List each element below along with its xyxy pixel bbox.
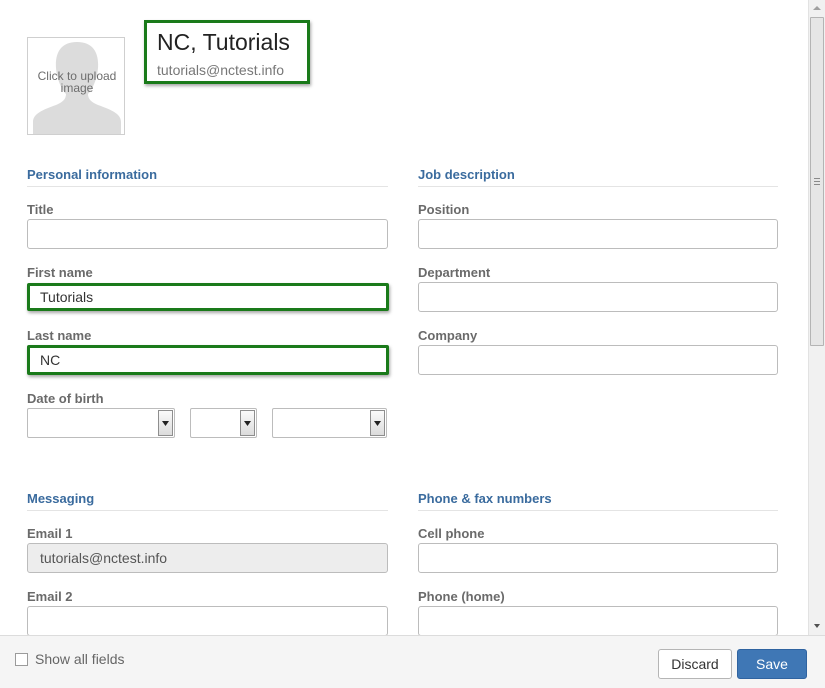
section-heading-messaging: Messaging bbox=[27, 491, 388, 511]
email1-label: Email 1 bbox=[27, 526, 73, 541]
date-of-birth-label: Date of birth bbox=[27, 391, 104, 406]
company-label: Company bbox=[418, 328, 478, 343]
cell-phone-input[interactable] bbox=[418, 543, 778, 573]
chevron-down-icon[interactable] bbox=[370, 410, 385, 436]
vertical-scrollbar[interactable] bbox=[808, 0, 825, 635]
dob-day-select[interactable] bbox=[190, 408, 257, 438]
title-input[interactable] bbox=[27, 219, 388, 249]
grip-icon bbox=[814, 178, 820, 185]
email1-input[interactable] bbox=[27, 543, 388, 573]
scrollbar-thumb[interactable] bbox=[810, 17, 824, 346]
avatar-upload[interactable]: Click to upload image bbox=[27, 37, 125, 135]
email2-label: Email 2 bbox=[27, 589, 73, 604]
company-input[interactable] bbox=[418, 345, 778, 375]
discard-button[interactable]: Discard bbox=[658, 649, 732, 679]
scroll-down-icon[interactable] bbox=[812, 621, 822, 631]
form-footer: Show all fields Discard Save bbox=[0, 635, 825, 688]
section-heading-personal: Personal information bbox=[27, 167, 388, 187]
last-name-input[interactable] bbox=[27, 345, 389, 375]
contact-display-name: NC, Tutorials bbox=[157, 29, 290, 55]
chevron-down-icon[interactable] bbox=[158, 410, 173, 436]
cell-phone-label: Cell phone bbox=[418, 526, 485, 541]
dob-year-select[interactable] bbox=[272, 408, 387, 438]
contact-header-email: tutorials@nctest.info bbox=[157, 62, 285, 78]
contact-form-viewport: Click to upload image NC, Tutorials tuto… bbox=[0, 0, 808, 635]
position-label: Position bbox=[418, 202, 470, 217]
show-all-fields-checkbox[interactable] bbox=[15, 653, 28, 666]
home-phone-label: Phone (home) bbox=[418, 589, 505, 604]
last-name-label: Last name bbox=[27, 328, 92, 343]
home-phone-input[interactable] bbox=[418, 606, 778, 635]
show-all-fields-label[interactable]: Show all fields bbox=[35, 651, 125, 667]
department-label: Department bbox=[418, 265, 491, 280]
section-heading-phone: Phone & fax numbers bbox=[418, 491, 778, 511]
contact-name-header: NC, Tutorials tutorials@nctest.info bbox=[144, 20, 310, 84]
dob-month-select[interactable] bbox=[27, 408, 175, 438]
chevron-down-icon[interactable] bbox=[240, 410, 255, 436]
first-name-input[interactable] bbox=[27, 283, 389, 311]
section-heading-job: Job description bbox=[418, 167, 778, 187]
save-button[interactable]: Save bbox=[737, 649, 807, 679]
first-name-label: First name bbox=[27, 265, 93, 280]
position-input[interactable] bbox=[418, 219, 778, 249]
email2-input[interactable] bbox=[27, 606, 388, 635]
scroll-up-icon[interactable] bbox=[812, 3, 822, 13]
department-input[interactable] bbox=[418, 282, 778, 312]
avatar-upload-text: Click to upload image bbox=[37, 69, 117, 95]
title-label: Title bbox=[27, 202, 54, 217]
